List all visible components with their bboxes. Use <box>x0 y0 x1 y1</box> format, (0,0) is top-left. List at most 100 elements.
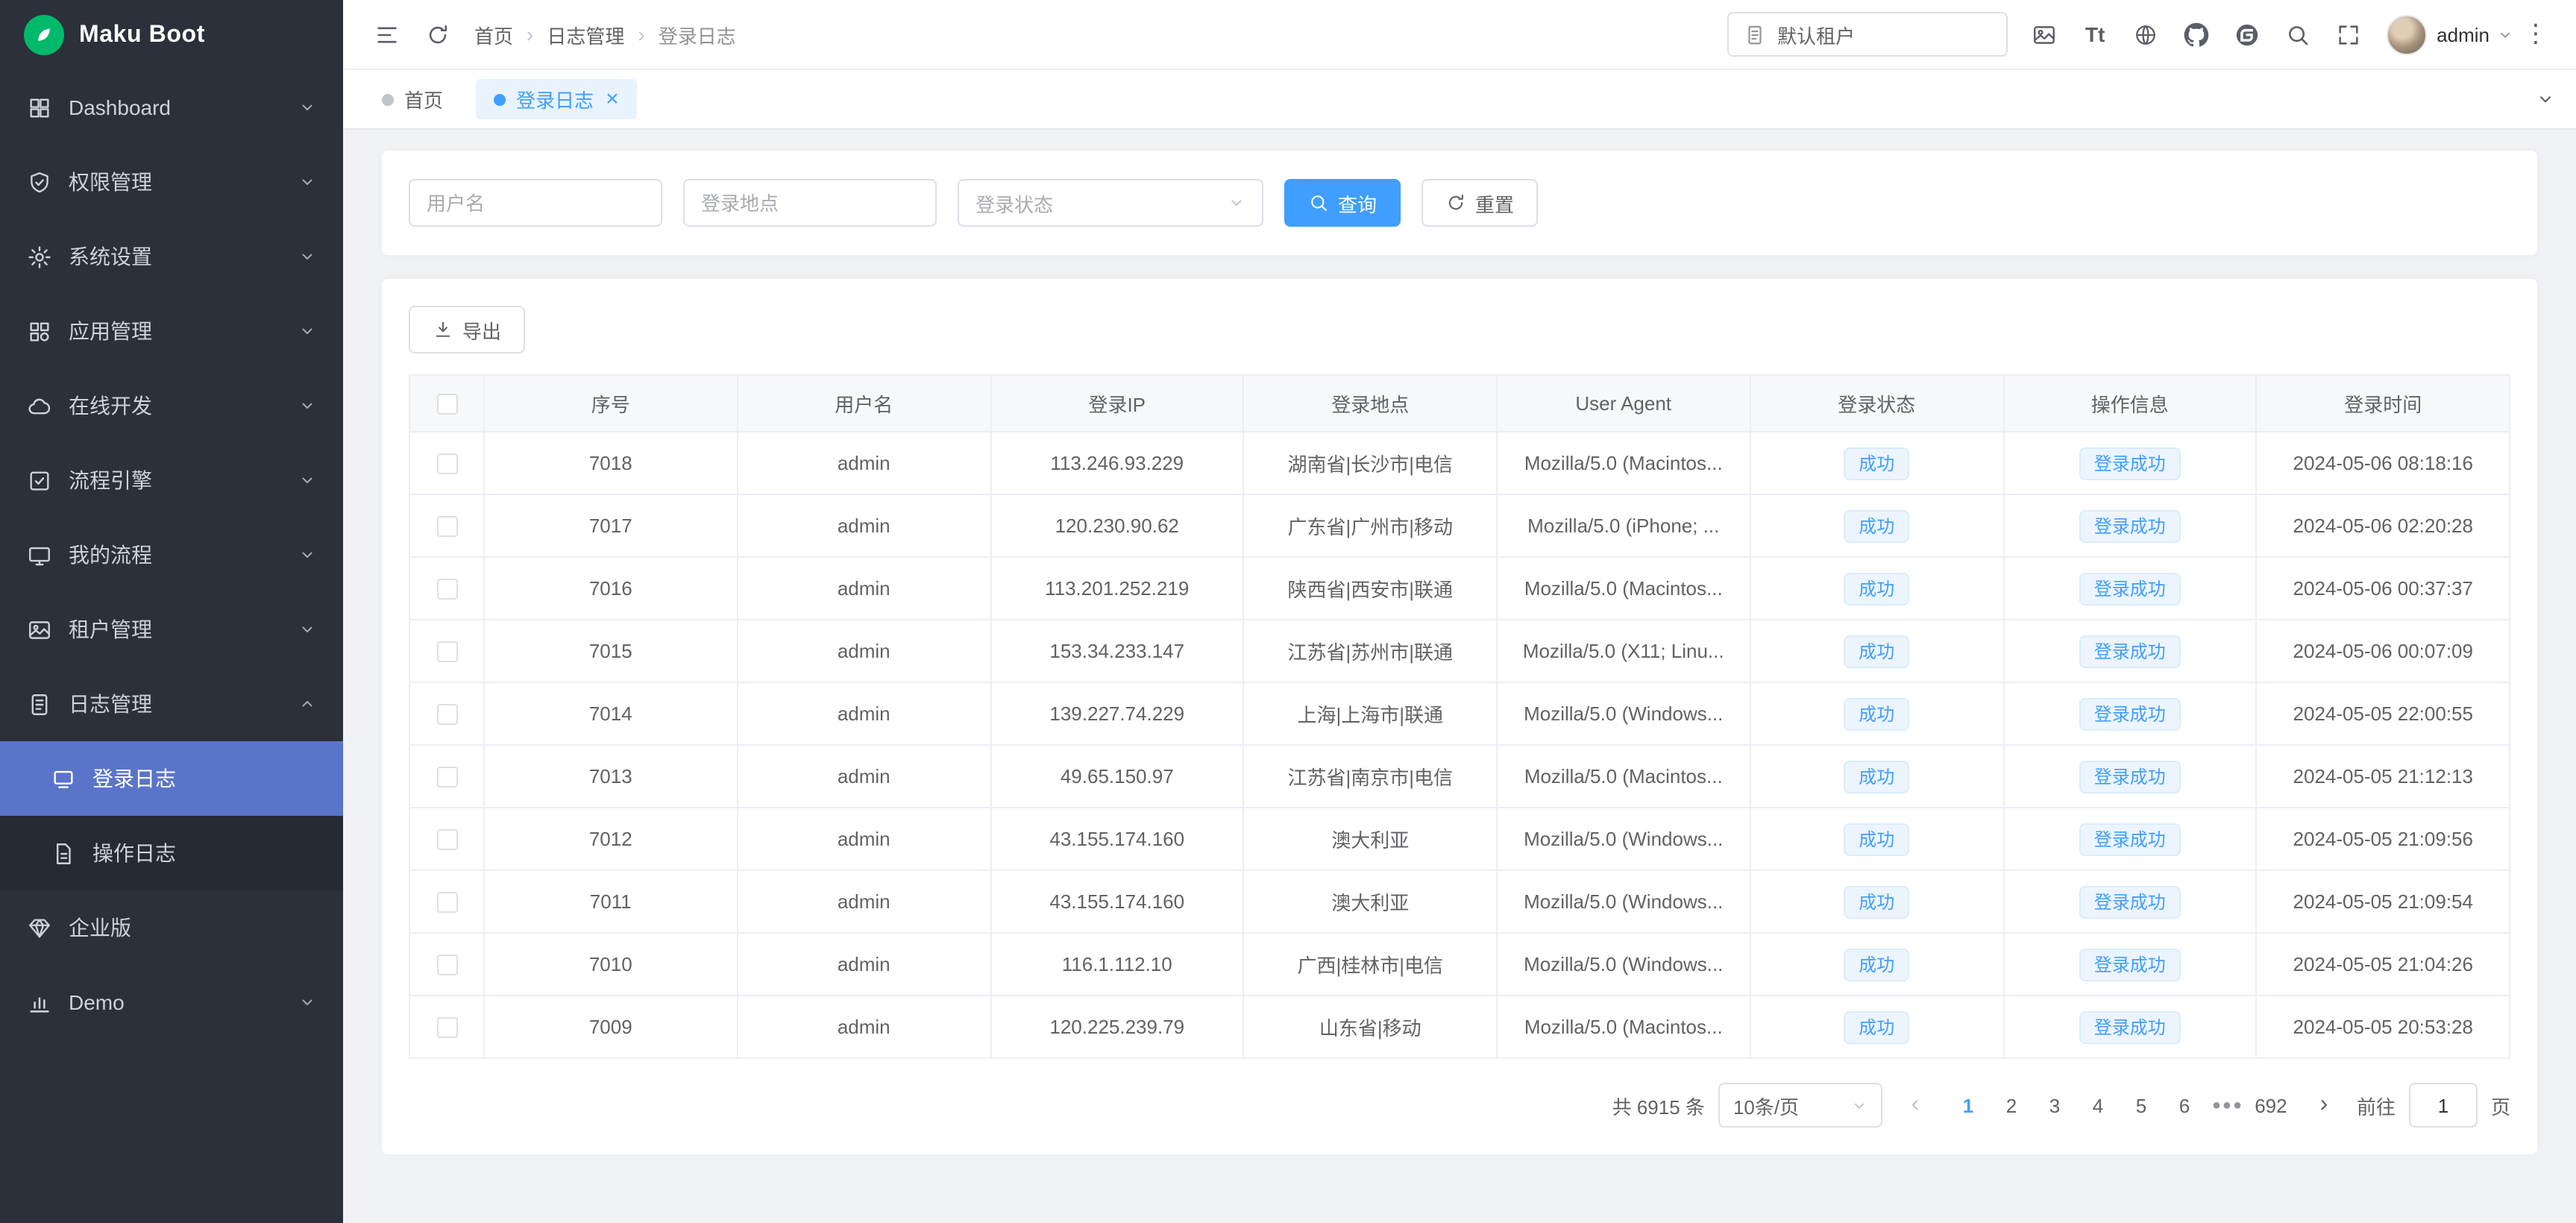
cell-location: 广东省|广州市|移动 <box>1244 494 1498 557</box>
tenant-select[interactable]: 默认租户 <box>1727 12 2007 57</box>
row-checkbox[interactable] <box>409 996 484 1058</box>
sidebar-item-系统设置[interactable]: 系统设置 <box>0 219 343 294</box>
sidebar-item-权限管理[interactable]: 权限管理 <box>0 145 343 219</box>
cell-time: 2024-05-06 08:18:16 <box>2257 432 2510 494</box>
operation-badge: 登录成功 <box>2079 447 2181 480</box>
page-3[interactable]: 3 <box>2035 1084 2075 1126</box>
sidebar-item-企业版[interactable]: 企业版 <box>0 890 343 965</box>
page-last[interactable]: 692 <box>2251 1084 2291 1126</box>
font-size-icon[interactable]: Tt <box>2070 9 2120 60</box>
cell-user-agent: Mozilla/5.0 (iPhone; ... <box>1497 494 1750 557</box>
chevron-icon <box>298 397 316 415</box>
cell-ip: 120.230.90.62 <box>990 494 1244 557</box>
page-size-select[interactable]: 10条/页 <box>1718 1083 1882 1128</box>
chevron-icon <box>298 546 316 564</box>
cell-id: 7014 <box>484 682 738 745</box>
login-location-input[interactable] <box>683 179 937 227</box>
table-row[interactable]: 7011 admin 43.155.174.160 澳大利亚 Mozilla/5… <box>409 870 2510 933</box>
cell-username: admin <box>738 996 991 1058</box>
row-checkbox[interactable] <box>409 557 484 620</box>
app-logo[interactable]: Maku Boot <box>0 0 343 70</box>
next-page-button[interactable]: › <box>2305 1084 2343 1126</box>
page-1[interactable]: 1 <box>1948 1084 1988 1126</box>
menu-item-label: 应用管理 <box>69 316 152 346</box>
query-button[interactable]: 查询 <box>1284 179 1401 227</box>
cell-operation: 登录成功 <box>2003 996 2257 1058</box>
fullscreen-icon[interactable] <box>2323 9 2374 60</box>
user-menu[interactable]: admin <box>2437 23 2513 45</box>
sidebar-item-在线开发[interactable]: 在线开发 <box>0 368 343 443</box>
sidebar-item-Demo[interactable]: Demo <box>0 965 343 1040</box>
table-row[interactable]: 7009 admin 120.225.239.79 山东省|移动 Mozilla… <box>409 996 2510 1058</box>
watermark-icon[interactable] <box>2019 9 2070 60</box>
cell-status: 成功 <box>1750 870 2004 933</box>
refresh-icon[interactable] <box>412 9 462 60</box>
cell-id: 7009 <box>484 996 738 1058</box>
language-icon[interactable] <box>2120 9 2171 60</box>
tab-login-log[interactable]: 登录日志 × <box>476 79 637 119</box>
sidebar-item-日志管理[interactable]: 日志管理 <box>0 667 343 741</box>
page-6[interactable]: 6 <box>2164 1084 2205 1126</box>
page-4[interactable]: 4 <box>2078 1084 2118 1126</box>
sidebar-item-流程引擎[interactable]: 流程引擎 <box>0 443 343 518</box>
page-2[interactable]: 2 <box>1991 1084 2032 1126</box>
row-checkbox[interactable] <box>409 745 484 808</box>
sidebar-subitem-操作日志[interactable]: 操作日志 <box>0 816 343 890</box>
tabs-dropdown-button[interactable] <box>2513 70 2576 128</box>
cell-operation: 登录成功 <box>2003 870 2257 933</box>
cell-location: 澳大利亚 <box>1244 808 1498 870</box>
table-row[interactable]: 7014 admin 139.227.74.229 上海|上海市|联通 Mozi… <box>409 682 2510 745</box>
table-row[interactable]: 7013 admin 49.65.150.97 江苏省|南京市|电信 Mozil… <box>409 745 2510 808</box>
row-checkbox[interactable] <box>409 432 484 494</box>
table-row[interactable]: 7015 admin 153.34.233.147 江苏省|苏州市|联通 Moz… <box>409 620 2510 682</box>
login-status-select[interactable]: 登录状态 <box>958 179 1263 227</box>
search-icon[interactable] <box>2272 9 2323 60</box>
row-checkbox[interactable] <box>409 620 484 682</box>
search-icon <box>1308 192 1329 213</box>
tab-home[interactable]: 首页 <box>364 79 461 119</box>
username-input[interactable] <box>409 179 662 227</box>
breadcrumb-log-management[interactable]: 日志管理 <box>547 20 624 48</box>
cell-status: 成功 <box>1750 557 2004 620</box>
cell-username: admin <box>738 494 991 557</box>
collapse-menu-icon[interactable] <box>361 9 412 60</box>
sidebar-item-我的流程[interactable]: 我的流程 <box>0 518 343 592</box>
cell-time: 2024-05-05 21:09:56 <box>2257 808 2510 870</box>
prev-page-button[interactable]: ‹ <box>1896 1084 1935 1126</box>
row-checkbox[interactable] <box>409 682 484 745</box>
table-row[interactable]: 7010 admin 116.1.112.10 广西|桂林市|电信 Mozill… <box>409 933 2510 996</box>
export-button[interactable]: 导出 <box>409 306 525 353</box>
sidebar-subitem-登录日志[interactable]: 登录日志 <box>0 741 343 816</box>
avatar[interactable] <box>2386 14 2426 54</box>
status-badge: 成功 <box>1844 447 1909 480</box>
page-5[interactable]: 5 <box>2121 1084 2161 1126</box>
reset-button[interactable]: 重置 <box>1421 179 1538 227</box>
select-all-checkbox[interactable] <box>409 375 484 432</box>
operation-badge: 登录成功 <box>2079 1010 2181 1043</box>
sidebar-item-Dashboard[interactable]: Dashboard <box>0 70 343 145</box>
menu-item-icon <box>27 393 52 418</box>
status-badge: 成功 <box>1844 572 1909 605</box>
gitee-icon[interactable] <box>2222 9 2272 60</box>
table-row[interactable]: 7016 admin 113.201.252.219 陕西省|西安市|联通 Mo… <box>409 557 2510 620</box>
table-row[interactable]: 7012 admin 43.155.174.160 澳大利亚 Mozilla/5… <box>409 808 2510 870</box>
pages-more[interactable]: ●●● <box>2208 1084 2248 1126</box>
cell-location: 江苏省|苏州市|联通 <box>1244 620 1498 682</box>
sidebar-item-租户管理[interactable]: 租户管理 <box>0 592 343 667</box>
more-menu-icon[interactable]: ⋮ <box>2513 19 2558 49</box>
row-checkbox[interactable] <box>409 933 484 996</box>
row-checkbox[interactable] <box>409 808 484 870</box>
goto-page-input[interactable] <box>2409 1083 2478 1128</box>
table-row[interactable]: 7017 admin 120.230.90.62 广东省|广州市|移动 Mozi… <box>409 494 2510 557</box>
tab-close-icon[interactable]: × <box>606 88 619 110</box>
breadcrumb-home[interactable]: 首页 <box>474 20 513 48</box>
github-icon[interactable] <box>2171 9 2222 60</box>
sidebar-item-应用管理[interactable]: 应用管理 <box>0 294 343 368</box>
cell-operation: 登录成功 <box>2003 620 2257 682</box>
cell-user-agent: Mozilla/5.0 (Windows... <box>1497 933 1750 996</box>
row-checkbox[interactable] <box>409 494 484 557</box>
row-checkbox[interactable] <box>409 870 484 933</box>
table-row[interactable]: 7018 admin 113.246.93.229 湖南省|长沙市|电信 Moz… <box>409 432 2510 494</box>
cell-operation: 登录成功 <box>2003 933 2257 996</box>
cell-user-agent: Mozilla/5.0 (Macintos... <box>1497 432 1750 494</box>
